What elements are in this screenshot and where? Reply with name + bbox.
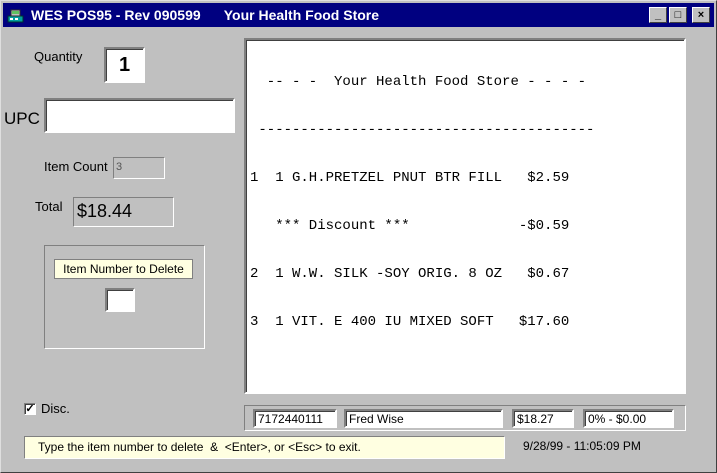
upc-input[interactable] [44,98,235,133]
minimize-button[interactable]: _ [649,7,667,23]
close-icon: × [697,8,705,21]
customer-amount-field: $18.27 [512,409,574,428]
minimize-icon: _ [654,8,662,21]
quantity-input[interactable]: 1 [104,47,145,83]
status-message: Type the item number to delete & <Enter>… [24,436,505,459]
delete-item-group: Item Number to Delete [44,245,205,349]
close-button[interactable]: × [692,7,710,23]
receipt-line: ---------------------------------------- [250,122,595,138]
disc-label: Disc. [41,401,70,416]
title-bar[interactable]: WES POS95 - Rev 090599 Your Health Food … [3,3,714,27]
receipt-line: 1 1 G.H.PRETZEL PNUT BTR FILL $2.59 [250,170,570,186]
customer-discount-field: 0% - $0.00 [583,409,674,428]
disc-checkbox[interactable]: ✓ [24,402,36,415]
total-label: Total [35,199,63,214]
pos-window: WES POS95 - Rev 090599 Your Health Food … [0,0,717,473]
item-count-value: 3 [113,157,165,179]
receipt-line: *** Discount *** -$0.59 [250,218,570,234]
disc-checkbox-row[interactable]: ✓ Disc. [24,401,70,416]
quantity-label: Quantity [34,49,83,64]
date-time: 9/28/99 - 11:05:09 PM [523,439,641,453]
receipt-line: -- - - Your Health Food Store - - - - [250,74,587,90]
customer-status-bar: 7172440111 Fred Wise $18.27 0% - $0.00 [244,405,686,431]
delete-item-input[interactable] [105,288,135,312]
register-icon [7,9,24,23]
customer-phone-field: 7172440111 [253,409,337,428]
total-value: $18.44 [73,197,174,227]
maximize-button[interactable]: □ [669,7,687,23]
receipt-display: -- - - Your Health Food Store - - - - --… [244,38,686,394]
upc-label: UPC [4,109,40,128]
maximize-icon: □ [674,8,682,21]
item-count-label: Item Count [44,159,108,174]
delete-item-label: Item Number to Delete [54,259,193,279]
receipt-line: 3 1 VIT. E 400 IU MIXED SOFT $17.60 [250,314,570,330]
receipt-line: 2 1 W.W. SILK -SOY ORIG. 8 OZ $0.67 [250,266,570,282]
window-title: WES POS95 - Rev 090599 Your Health Food … [31,7,380,23]
customer-name-field: Fred Wise [344,409,503,428]
